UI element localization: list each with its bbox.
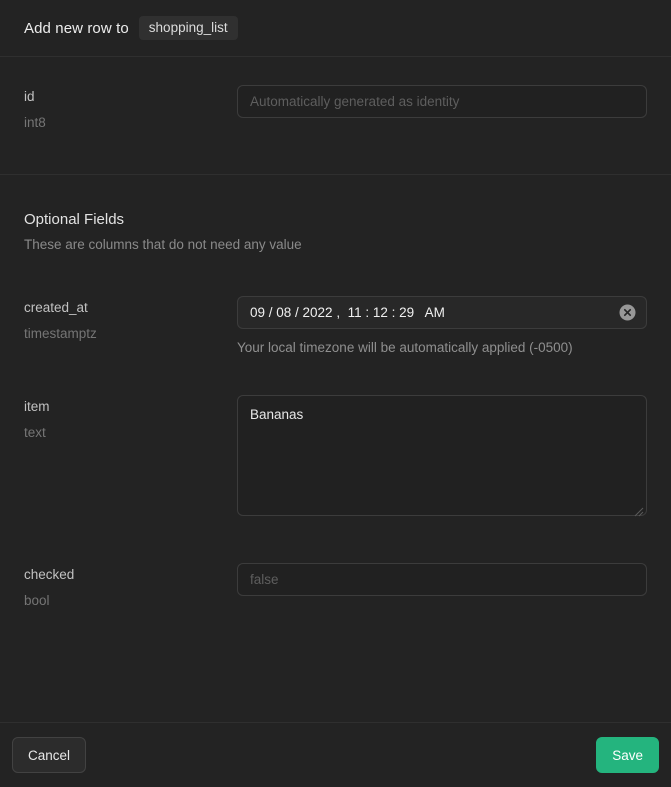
panel-header: Add new row to shopping_list	[0, 0, 671, 57]
created-at-datetime-input[interactable]	[237, 296, 647, 329]
resize-handle-icon[interactable]	[634, 507, 644, 517]
datetime-input-wrap	[237, 296, 647, 329]
optional-fields-subtitle: These are columns that do not need any v…	[24, 237, 647, 252]
field-name-label: item	[24, 399, 213, 414]
field-type-label: timestamptz	[24, 326, 213, 341]
field-type-label: int8	[24, 115, 213, 130]
field-type-label: text	[24, 425, 213, 440]
field-input-cell: Bananas	[237, 395, 647, 521]
field-label-cell: id int8	[24, 85, 213, 130]
timezone-helper-text: Your local timezone will be automaticall…	[237, 340, 647, 355]
field-input-cell: Your local timezone will be automaticall…	[237, 296, 647, 355]
field-label-cell: item text	[24, 395, 213, 521]
checked-input[interactable]	[237, 563, 647, 596]
field-type-label: bool	[24, 593, 213, 608]
field-row-created-at: created_at timestamptz Your local timezo…	[24, 296, 647, 355]
panel-title: Add new row to	[24, 20, 129, 37]
id-input[interactable]	[237, 85, 647, 118]
required-fields-section: id int8	[0, 57, 671, 175]
optional-fields-title: Optional Fields	[24, 211, 647, 228]
circle-x-icon[interactable]	[619, 304, 636, 321]
table-name-badge: shopping_list	[139, 16, 238, 40]
cancel-button[interactable]: Cancel	[12, 737, 86, 773]
field-row-checked: checked bool	[24, 563, 647, 608]
field-label-cell: created_at timestamptz	[24, 296, 213, 355]
field-label-cell: checked bool	[24, 563, 213, 608]
field-input-cell	[237, 563, 647, 608]
optional-fields-section: Optional Fields These are columns that d…	[0, 175, 671, 608]
save-button[interactable]: Save	[596, 737, 659, 773]
panel-footer: Cancel Save	[0, 722, 671, 787]
field-row-item: item text Bananas	[24, 395, 647, 521]
textarea-wrap: Bananas	[237, 395, 647, 521]
field-input-cell	[237, 85, 647, 130]
field-name-label: created_at	[24, 300, 213, 315]
item-textarea[interactable]: Bananas	[237, 395, 647, 516]
field-row-id: id int8	[24, 85, 647, 130]
field-name-label: id	[24, 89, 213, 104]
field-name-label: checked	[24, 567, 213, 582]
